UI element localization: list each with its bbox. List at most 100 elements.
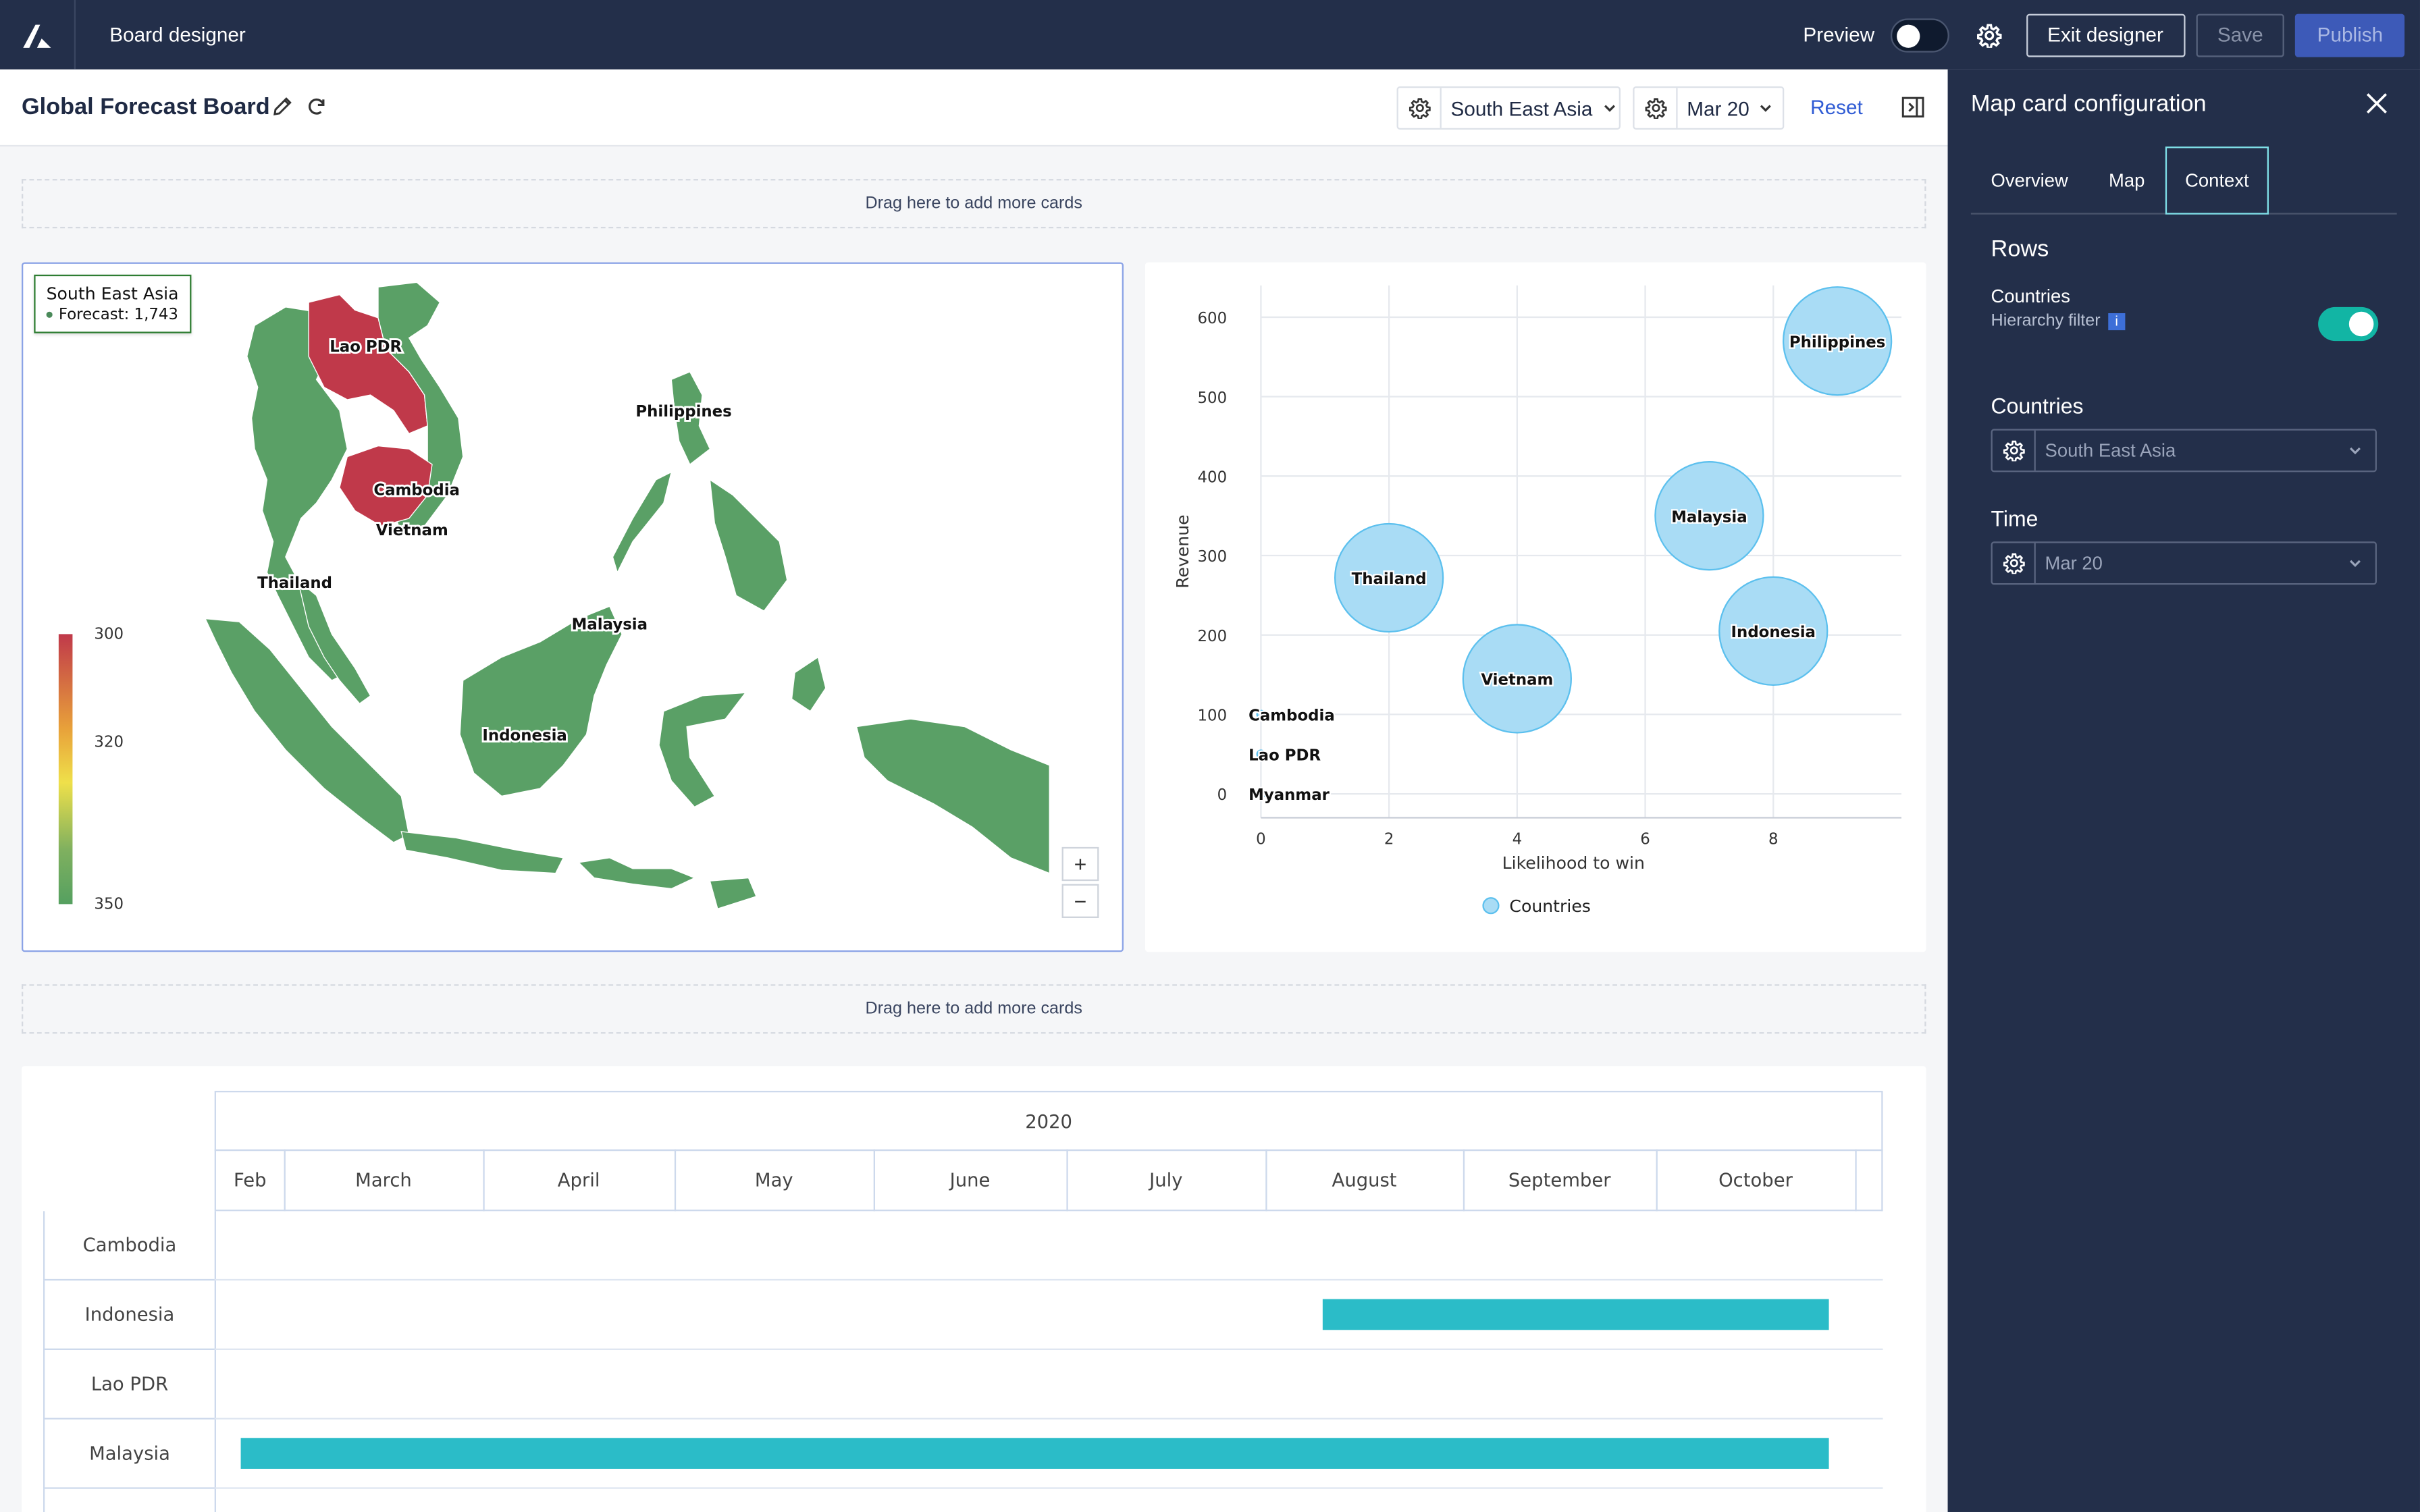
close-panel-button[interactable] <box>2365 91 2390 124</box>
refresh-icon[interactable] <box>306 96 327 117</box>
y-tick-label: 100 <box>1198 707 1228 725</box>
gantt-month-header: July <box>1066 1149 1267 1212</box>
zoom-out-button[interactable]: − <box>1061 884 1099 918</box>
panel-tabs: Overview Map Context <box>1970 146 2397 215</box>
hierarchy-filter-toggle[interactable] <box>2318 306 2379 342</box>
tab-context[interactable]: Context <box>2165 146 2269 215</box>
region-lesser-sunda <box>577 857 696 890</box>
gantt-bar[interactable] <box>240 1438 1830 1469</box>
time-heading: Time <box>1991 506 2038 531</box>
toggle-panel-button[interactable] <box>1901 96 1924 127</box>
y-tick-label: 0 <box>1217 786 1228 804</box>
region-sulawesi <box>658 692 747 808</box>
bubble-label: Lao PDR <box>1248 747 1321 764</box>
gantt-card[interactable]: 2020 Feb March April May June July August Septe… <box>21 1066 1926 1512</box>
gantt-row-line <box>214 1348 1883 1350</box>
gantt-row-line <box>214 1487 1883 1489</box>
x-axis-label: Likelihood to win <box>1502 853 1645 873</box>
y-tick-label: 600 <box>1198 310 1228 327</box>
gantt-month-header: October <box>1656 1149 1857 1212</box>
bubble-label: Indonesia <box>1731 624 1816 641</box>
gantt-month-header: September <box>1463 1149 1658 1212</box>
edit-pencil-icon[interactable] <box>271 96 293 117</box>
region-philippines-south <box>709 479 788 612</box>
countries-select[interactable]: South East Asia <box>1991 429 2377 473</box>
legend-label-top: 300 <box>94 626 124 644</box>
time-filter-value: Mar 20 <box>1687 96 1750 120</box>
gear-icon <box>1644 98 1666 119</box>
region-philippines-luzon <box>670 371 711 466</box>
map-tooltip: South East Asia Forecast: 1,743 <box>34 274 191 333</box>
publish-button[interactable]: Publish <box>2295 13 2405 57</box>
exit-designer-button[interactable]: Exit designer <box>2026 13 2185 57</box>
x-tick-label: 6 <box>1640 830 1650 848</box>
tooltip-title: South East Asia <box>46 284 179 304</box>
gantt-month-header: June <box>873 1149 1068 1212</box>
close-icon <box>2366 93 2387 114</box>
gear-icon <box>1408 98 1430 119</box>
zoom-in-button[interactable]: + <box>1061 846 1099 882</box>
gear-icon <box>2002 440 2024 462</box>
dropzone-middle[interactable]: Drag here to add more cards <box>21 984 1926 1034</box>
time-select[interactable]: Mar 20 <box>1991 541 2377 585</box>
preview-label: Preview <box>1803 23 1875 47</box>
gantt-row-label: Malaysia <box>43 1419 216 1489</box>
reset-link[interactable]: Reset <box>1810 96 1863 119</box>
map-card[interactable]: South East Asia Forecast: 1,743 Lao PDR … <box>21 262 1124 952</box>
color-legend-bar <box>58 634 73 905</box>
region-maluku <box>791 656 826 712</box>
board-title: Global Forecast Board <box>21 94 270 121</box>
region-timor <box>709 877 757 910</box>
map-svg <box>204 281 1050 910</box>
legend-label-mid: 320 <box>94 734 124 752</box>
preview-toggle[interactable] <box>1889 18 1949 52</box>
gantt-row-label-partial <box>43 1488 216 1512</box>
y-tick-label: 200 <box>1198 628 1228 645</box>
legend-label-bottom: 350 <box>94 896 124 914</box>
region-java <box>400 831 564 874</box>
bubble-label: Malaysia <box>1671 508 1747 526</box>
bubble-chart: 0 100 200 300 400 500 600 0 2 4 6 8 Likelihood to wi… <box>1173 285 1901 916</box>
x-tick-label: 0 <box>1256 830 1266 848</box>
region-palawan <box>612 471 673 574</box>
hierarchy-toggle-knob <box>2348 311 2374 337</box>
region-filter[interactable]: South East Asia <box>1396 86 1621 130</box>
settings-button[interactable] <box>1976 22 2001 47</box>
region-filter-value: South East Asia <box>1450 96 1593 120</box>
panel-title: Map card configuration <box>1970 90 2207 117</box>
y-tick-label: 400 <box>1198 468 1228 486</box>
countries-select-value: South East Asia <box>2045 439 2176 462</box>
app-logo[interactable] <box>0 0 76 70</box>
bubble-chart-card[interactable]: 0 100 200 300 400 500 600 0 2 4 6 8 Likelihood to wi… <box>1145 262 1926 952</box>
bubble-label: Philippines <box>1789 333 1885 351</box>
app-title: Board designer <box>109 23 246 47</box>
preview-toggle-knob <box>1896 24 1920 47</box>
board-header: Global Forecast Board South East Asia Ma… <box>0 69 1948 147</box>
sidebar-collapse-icon <box>1901 97 1924 118</box>
gantt-row-label: Indonesia <box>43 1280 216 1350</box>
x-tick-label: 4 <box>1512 830 1523 848</box>
gantt-month-header: April <box>483 1149 677 1212</box>
chevron-down-icon <box>2349 447 2361 455</box>
dropzone-top[interactable]: Drag here to add more cards <box>21 179 1926 229</box>
y-tick-label: 500 <box>1198 389 1228 407</box>
save-button[interactable]: Save <box>2195 13 2285 57</box>
gantt-year-header: 2020 <box>214 1090 1883 1152</box>
tooltip-forecast: Forecast: 1,743 <box>58 306 178 324</box>
tab-overview[interactable]: Overview <box>1971 146 2088 215</box>
countries-heading: Countries <box>1991 393 2084 418</box>
bubble-label: Thailand <box>1352 570 1427 588</box>
gear-icon <box>1976 23 2001 47</box>
tooltip-dot <box>46 311 53 318</box>
time-filter[interactable]: Mar 20 <box>1633 86 1785 130</box>
gantt-row-line <box>214 1418 1883 1420</box>
gantt-bar[interactable] <box>1323 1299 1830 1330</box>
tab-map[interactable]: Map <box>2088 146 2165 215</box>
x-tick-label: 2 <box>1384 830 1394 848</box>
gantt-month-header-tail <box>1855 1149 1883 1212</box>
rows-heading: Rows <box>1991 236 2049 263</box>
info-icon[interactable]: i <box>2108 313 2126 330</box>
top-bar: Board designer Preview Exit designer Sav… <box>0 0 2420 70</box>
chevron-down-icon <box>1760 105 1772 112</box>
region-borneo <box>459 605 623 797</box>
